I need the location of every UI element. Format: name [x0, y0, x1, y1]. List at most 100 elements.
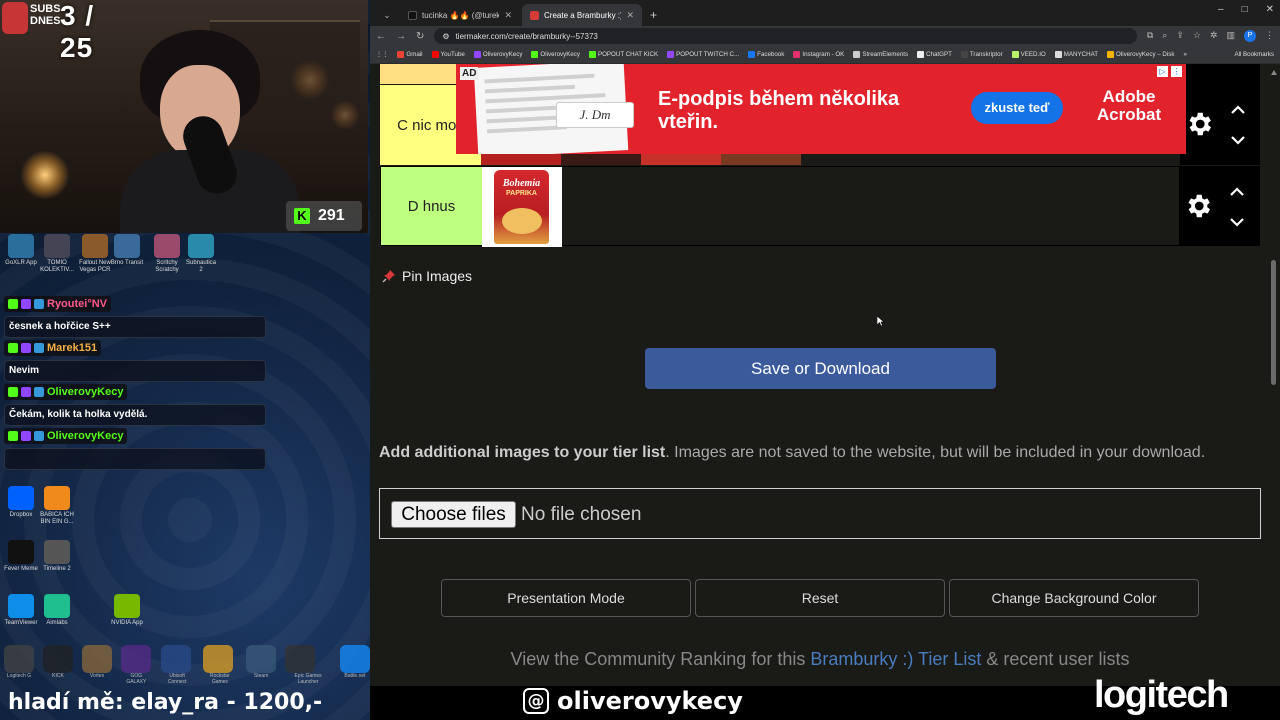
tier-item[interactable]: [721, 153, 801, 165]
chat-badge-icon: [8, 299, 18, 309]
bookmark-star-icon[interactable]: ☆: [1193, 30, 1201, 42]
chevron-down-icon[interactable]: [1230, 132, 1246, 148]
tier-items-d: Bohemia PAPRIKA: [482, 167, 1179, 247]
forward-icon[interactable]: →: [396, 31, 406, 42]
desktop-shortcut[interactable]: Aimlabs: [40, 594, 74, 627]
bookmark-item[interactable]: OliverovyKecy: [531, 51, 580, 58]
desktop-shortcut[interactable]: Dropbox: [4, 486, 38, 519]
bookmark-item[interactable]: Gmail: [397, 51, 423, 58]
close-window-button[interactable]: ✕: [1266, 4, 1274, 15]
choose-files-button[interactable]: Choose files: [391, 501, 516, 528]
tab-tucinka[interactable]: tucinka 🔥🔥 (@turek.x.macin ✕: [400, 4, 520, 26]
more-bookmarks-icon[interactable]: »: [1183, 51, 1186, 58]
bookmark-item[interactable]: VEED.IO: [1011, 51, 1046, 58]
tier-item[interactable]: [481, 153, 561, 165]
bookmark-item[interactable]: Transkriptor: [960, 51, 1003, 58]
profile-avatar[interactable]: P: [1244, 30, 1256, 42]
taskbar-app[interactable]: Vortex: [82, 645, 112, 685]
presentation-mode-button[interactable]: Presentation Mode: [441, 579, 691, 617]
tab-search-dropdown[interactable]: ⌄: [376, 4, 398, 26]
scrollbar-thumb[interactable]: [1271, 260, 1276, 385]
app-icon: [340, 645, 370, 673]
change-background-color-button[interactable]: Change Background Color: [949, 579, 1199, 617]
share-icon[interactable]: ⇪: [1176, 30, 1184, 42]
close-icon[interactable]: ✕: [626, 10, 634, 21]
maximize-button[interactable]: □: [1242, 4, 1248, 15]
address-bar[interactable]: ⚙ tiermaker.com/create/bramburky--57373: [434, 28, 1137, 44]
gear-icon[interactable]: [1184, 109, 1214, 139]
taskbar-app[interactable]: Rockstar Games: [202, 645, 238, 685]
tier-item-bohemia-paprika[interactable]: Bohemia PAPRIKA: [482, 167, 562, 247]
bookmark-item[interactable]: MANYCHAT: [1054, 51, 1098, 58]
tier-item[interactable]: [641, 153, 721, 165]
desktop-shortcut[interactable]: Brno Transit: [110, 234, 144, 267]
desktop-shortcut[interactable]: Fever Meme: [4, 540, 38, 573]
taskbar-app[interactable]: Ubisoft Connect: [160, 645, 194, 685]
tier-c-items-peek: [481, 153, 801, 165]
tier-item[interactable]: [561, 153, 641, 165]
tab-tiermaker[interactable]: Create a Bramburky :) Tier List ✕: [522, 4, 642, 26]
desktop-shortcut[interactable]: TOMIO KOLEKTIV...: [40, 234, 74, 274]
bookmark-item[interactable]: ChatGPT: [917, 51, 952, 58]
desktop-shortcut[interactable]: NVIDIA App: [110, 594, 144, 627]
desktop-shortcut[interactable]: Timeline 2: [40, 540, 74, 573]
zoom-icon[interactable]: ⌕: [1162, 30, 1167, 42]
taskbar-app[interactable]: Logitech G: [4, 645, 34, 685]
bookmark-item[interactable]: YouTube: [431, 51, 465, 58]
scroll-up-arrow[interactable]: [1271, 70, 1277, 75]
bookmark-item[interactable]: StreamElements: [853, 51, 908, 58]
chevron-down-icon[interactable]: [1229, 214, 1245, 230]
save-or-download-button[interactable]: Save or Download: [645, 348, 996, 389]
tier-label-d[interactable]: D hnus: [381, 167, 482, 245]
ad-banner[interactable]: J. Dm AD E-podpis během několika vteřin.…: [456, 64, 1186, 154]
bookmark-label: OliverovyKecy: [540, 51, 580, 58]
taskbar-app[interactable]: Epic Games Launcher: [285, 645, 331, 685]
ad-info-icon[interactable]: ▷: [1157, 66, 1168, 77]
desktop-shortcut[interactable]: Subnautica 2: [184, 234, 218, 274]
new-tab-button[interactable]: +: [644, 8, 663, 26]
taskbar-app[interactable]: Steam: [246, 645, 277, 685]
bookmark-item[interactable]: POPOUT CHAT KICK: [588, 51, 658, 58]
bookmark-item[interactable]: Instagram - OK: [793, 51, 844, 58]
desktop-shortcut[interactable]: Fallout New Vegas PCR: [78, 234, 112, 274]
translate-icon[interactable]: ⧉: [1147, 30, 1153, 42]
extension-icon[interactable]: ✲: [1210, 30, 1218, 42]
ad-choices[interactable]: ▷ ⋮: [1157, 66, 1182, 77]
taskbar-app[interactable]: KICK: [43, 645, 73, 685]
menu-icon[interactable]: ⋮: [1265, 30, 1274, 42]
app-icon: [114, 594, 140, 618]
back-icon[interactable]: ←: [376, 31, 386, 42]
chat-message-text: Čekám, kolik ta holka vydělá.: [4, 404, 266, 426]
taskbar-app-label: Rockstar Games: [210, 673, 230, 685]
ad-close-icon[interactable]: ⋮: [1171, 66, 1182, 77]
bookmark-label: Gmail: [406, 51, 423, 58]
desktop-shortcut[interactable]: TeamViewer: [4, 594, 38, 627]
pin-images-toggle[interactable]: Pin Images: [382, 268, 472, 284]
bookmark-item[interactable]: Facebook: [748, 51, 784, 58]
sidebar-icon[interactable]: ▥: [1226, 30, 1235, 42]
ad-cta-button[interactable]: zkuste teď: [971, 92, 1063, 124]
bookmark-item[interactable]: OliverovyKecy – Disk: [1107, 51, 1174, 58]
desktop-shortcut[interactable]: Scritchy Scratchy: [150, 234, 184, 274]
site-info-icon[interactable]: ⚙: [442, 32, 449, 41]
close-icon[interactable]: ✕: [504, 10, 512, 21]
page-scrollbar[interactable]: [1271, 70, 1277, 670]
bookmark-item[interactable]: OliverovyKecy: [473, 51, 522, 58]
gear-icon[interactable]: [1183, 191, 1213, 221]
reload-icon[interactable]: ↻: [416, 31, 424, 42]
subs-mascot-icon: [2, 2, 28, 34]
chevron-up-icon[interactable]: [1230, 102, 1246, 118]
bookmark-item[interactable]: POPOUT TWITCH C...: [667, 51, 739, 58]
desktop-shortcut[interactable]: GoXLR App: [4, 234, 38, 267]
apps-grid-icon[interactable]: ⋮⋮: [376, 51, 388, 58]
desktop-shortcut[interactable]: BABICA ICH BIN EIN G...: [40, 486, 74, 526]
taskbar-app[interactable]: Battle.net: [340, 645, 370, 685]
minimize-button[interactable]: –: [1218, 4, 1224, 15]
community-ranking-link[interactable]: Bramburky :) Tier List: [810, 649, 981, 669]
chevron-up-icon[interactable]: [1229, 184, 1245, 200]
chevron-up-icon[interactable]: [1230, 64, 1246, 68]
taskbar-app[interactable]: GOG GALAXY: [121, 645, 152, 685]
desktop-shortcut-label: Brno Transit: [110, 260, 144, 266]
all-bookmarks-button[interactable]: All Bookmarks: [1234, 51, 1274, 58]
reset-button[interactable]: Reset: [695, 579, 945, 617]
